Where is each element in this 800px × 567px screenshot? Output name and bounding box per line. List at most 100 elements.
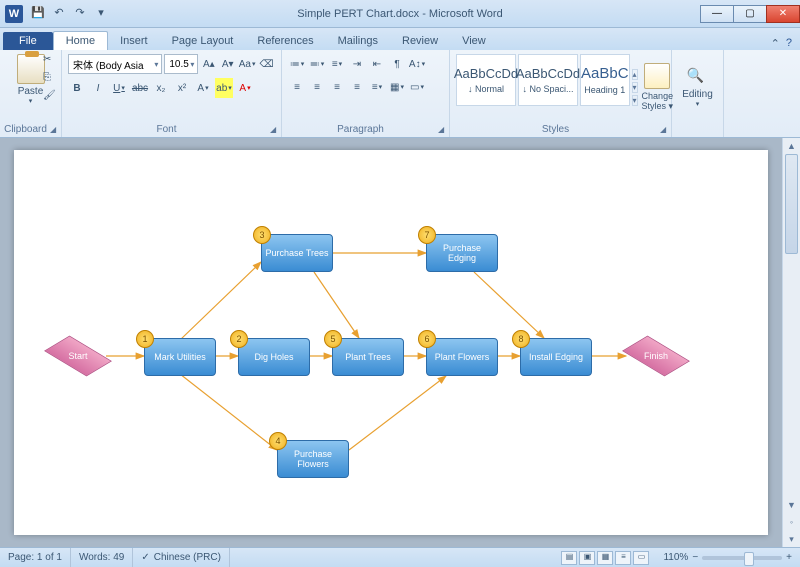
- shrink-font-button[interactable]: A▾: [219, 54, 236, 74]
- next-page-icon[interactable]: ▾: [783, 531, 800, 547]
- ribbon: Paste ▾ ✂ ⎘ 🖌 Clipboard ◢ 宋体 (Body Asia …: [0, 50, 800, 138]
- tab-mailings[interactable]: Mailings: [326, 32, 390, 50]
- task-node-1[interactable]: Mark Utilities: [144, 338, 216, 376]
- web-layout-view-icon[interactable]: ▦: [597, 551, 613, 565]
- tab-home[interactable]: Home: [53, 31, 108, 50]
- zoom-in-button[interactable]: +: [786, 552, 792, 563]
- style-heading-1[interactable]: AaBbC Heading 1: [580, 54, 630, 106]
- change-case-button[interactable]: Aa: [238, 54, 256, 74]
- text-effects-button[interactable]: A: [194, 78, 212, 98]
- bullets-button[interactable]: ≔: [288, 54, 306, 74]
- change-styles-label: Change Styles ▾: [642, 91, 674, 112]
- status-words[interactable]: Words: 49: [71, 548, 133, 567]
- style-no-spacing[interactable]: AaBbCcDd ↓ No Spaci...: [518, 54, 578, 106]
- task-node-3[interactable]: Purchase Trees: [261, 234, 333, 272]
- change-styles-button[interactable]: Change Styles ▾: [642, 54, 674, 121]
- group-editing[interactable]: 🔍 Editing ▾: [672, 50, 724, 137]
- file-tab[interactable]: File: [3, 32, 53, 50]
- window-controls: — ▢ ✕: [701, 5, 800, 23]
- tab-review[interactable]: Review: [390, 32, 450, 50]
- clipboard-dialog-launcher[interactable]: ◢: [50, 125, 60, 135]
- start-label: Start: [48, 338, 108, 374]
- draft-view-icon[interactable]: ▭: [633, 551, 649, 565]
- task-node-4[interactable]: Purchase Flowers: [277, 440, 349, 478]
- borders-button[interactable]: ▭: [408, 77, 426, 97]
- maximize-button[interactable]: ▢: [733, 5, 767, 23]
- paragraph-dialog-launcher[interactable]: ◢: [438, 125, 448, 135]
- multilevel-list-button[interactable]: ≡: [328, 54, 346, 74]
- cut-icon[interactable]: ✂: [43, 54, 57, 68]
- minimize-button[interactable]: —: [700, 5, 734, 23]
- task-node-6[interactable]: Plant Flowers: [426, 338, 498, 376]
- superscript-button[interactable]: x²: [173, 78, 191, 98]
- align-right-button[interactable]: ≡: [328, 77, 346, 97]
- style-normal[interactable]: AaBbCcDd ↓ Normal: [456, 54, 516, 106]
- start-node[interactable]: Start: [48, 338, 108, 374]
- grow-font-button[interactable]: A▴: [200, 54, 217, 74]
- scroll-thumb[interactable]: [785, 154, 798, 254]
- outline-view-icon[interactable]: ≡: [615, 551, 631, 565]
- save-icon[interactable]: 💾: [30, 6, 46, 22]
- styles-gallery-scroll[interactable]: ▴▾▾: [632, 54, 638, 121]
- scroll-up-icon[interactable]: ▲: [783, 138, 800, 154]
- italic-button[interactable]: I: [89, 78, 107, 98]
- font-dialog-launcher[interactable]: ◢: [270, 125, 280, 135]
- zoom-slider[interactable]: [702, 556, 782, 560]
- tab-references[interactable]: References: [245, 32, 325, 50]
- status-language[interactable]: ✓Chinese (PRC): [133, 548, 230, 567]
- prev-page-icon[interactable]: ◦: [783, 514, 800, 530]
- task-node-8[interactable]: Install Edging: [520, 338, 592, 376]
- task-node-5[interactable]: Plant Trees: [332, 338, 404, 376]
- underline-button[interactable]: U: [110, 78, 128, 98]
- tab-page-layout[interactable]: Page Layout: [160, 32, 246, 50]
- decrease-indent-button[interactable]: ⇥: [348, 54, 366, 74]
- task-number-3: 3: [253, 226, 271, 244]
- clear-formatting-button[interactable]: ⌫: [258, 54, 275, 74]
- justify-button[interactable]: ≡: [348, 77, 366, 97]
- minimize-ribbon-icon[interactable]: ⌃: [771, 37, 780, 50]
- line-spacing-button[interactable]: ≡: [368, 77, 386, 97]
- strikethrough-button[interactable]: abc: [131, 78, 149, 98]
- scroll-down-icon[interactable]: ▼: [783, 497, 800, 513]
- help-icon[interactable]: ?: [786, 37, 792, 50]
- zoom-out-button[interactable]: −: [692, 552, 698, 563]
- redo-icon[interactable]: ↷: [72, 6, 88, 22]
- word-app-icon: W: [5, 5, 23, 23]
- font-name-combo[interactable]: 宋体 (Body Asia: [68, 54, 162, 74]
- task-number-4: 4: [269, 432, 287, 450]
- numbering-button[interactable]: ≕: [308, 54, 326, 74]
- font-size-combo[interactable]: 10.5: [164, 54, 198, 74]
- styles-group-label: Styles: [450, 124, 661, 135]
- bold-button[interactable]: B: [68, 78, 86, 98]
- pert-chart: Start Finish Mark Utilities1Dig Holes2Pu…: [14, 150, 768, 535]
- tab-insert[interactable]: Insert: [108, 32, 160, 50]
- styles-dialog-launcher[interactable]: ◢: [660, 125, 670, 135]
- task-node-2[interactable]: Dig Holes: [238, 338, 310, 376]
- zoom-level[interactable]: 110%: [663, 552, 688, 563]
- show-marks-button[interactable]: ¶: [388, 54, 406, 74]
- status-page[interactable]: Page: 1 of 1: [0, 548, 71, 567]
- style-name: ↓ Normal: [468, 84, 504, 94]
- align-left-button[interactable]: ≡: [288, 77, 306, 97]
- align-center-button[interactable]: ≡: [308, 77, 326, 97]
- close-button[interactable]: ✕: [766, 5, 800, 23]
- highlight-button[interactable]: ab: [215, 78, 233, 98]
- format-painter-icon[interactable]: 🖌: [43, 90, 57, 104]
- vertical-scrollbar[interactable]: ▲ ▼ ◦ ▾: [782, 138, 800, 547]
- undo-icon[interactable]: ↶: [51, 6, 67, 22]
- full-screen-view-icon[interactable]: ▣: [579, 551, 595, 565]
- subscript-button[interactable]: x₂: [152, 78, 170, 98]
- print-layout-view-icon[interactable]: ▤: [561, 551, 577, 565]
- style-name: Heading 1: [584, 85, 625, 95]
- shading-button[interactable]: ▦: [388, 77, 406, 97]
- document-page[interactable]: Start Finish Mark Utilities1Dig Holes2Pu…: [14, 150, 768, 535]
- qat-more-icon[interactable]: ▾: [93, 6, 109, 22]
- tab-view[interactable]: View: [450, 32, 498, 50]
- increase-indent-button[interactable]: ⇤: [368, 54, 386, 74]
- copy-icon[interactable]: ⎘: [43, 72, 57, 86]
- font-color-button[interactable]: A: [236, 78, 254, 98]
- finish-node[interactable]: Finish: [626, 338, 686, 374]
- sort-button[interactable]: A↕: [408, 54, 426, 74]
- task-node-7[interactable]: Purchase Edging: [426, 234, 498, 272]
- document-area: Start Finish Mark Utilities1Dig Holes2Pu…: [0, 138, 800, 547]
